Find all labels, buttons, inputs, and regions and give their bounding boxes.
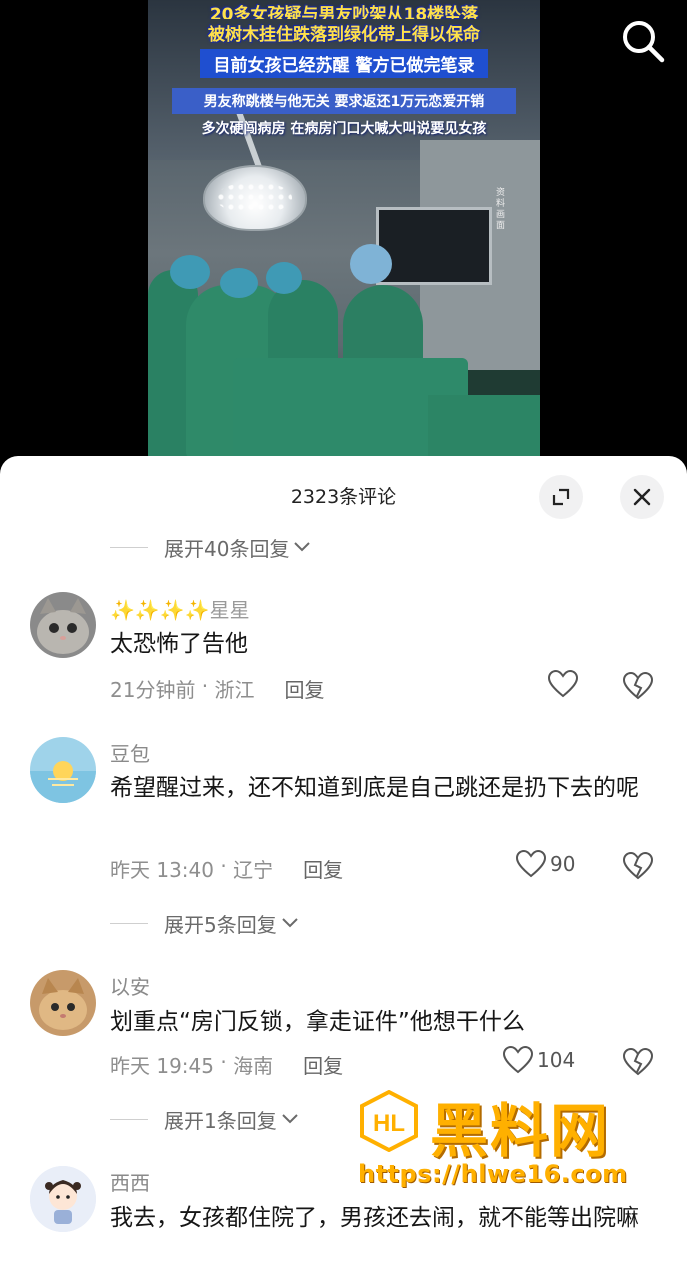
avatar[interactable] (30, 737, 96, 803)
heart-icon (503, 1046, 533, 1074)
commenter-name[interactable]: 以安 (110, 971, 150, 1000)
wall-monitor (376, 207, 492, 285)
svg-text:HL: HL (373, 1110, 405, 1137)
divider-line (110, 1118, 148, 1120)
expand-replies-button[interactable]: 展开1条回复 (110, 1104, 299, 1134)
comments-count-title: 2323条评论 (290, 486, 397, 508)
chevron-down-icon (282, 918, 298, 928)
avatar[interactable] (30, 970, 96, 1036)
comment-text: 我去，女孩都住院了，男孩还去闹，就不能等出院嘛 (110, 1205, 639, 1231)
chevron-down-icon (294, 542, 311, 552)
like-button[interactable]: 90 (516, 850, 575, 878)
like-button[interactable] (548, 670, 582, 698)
watermark-url: https://hlwe16.com (358, 1160, 628, 1188)
watermark-logo-icon: HL (360, 1090, 418, 1152)
reply-button[interactable]: 回复 (285, 674, 325, 703)
comment-text: 希望醒过来，还不知道到底是自己跳还是扔下去的呢 (110, 775, 639, 801)
watermark-name: 黑料网 (430, 1097, 611, 1165)
surgeon-head (220, 268, 258, 298)
video-frame[interactable]: 20多女孩疑与男友吵架从18楼坠落 被树木挂住跌落到绿化带上得以保命 目前女孩已… (148, 0, 540, 460)
avatar[interactable] (30, 1166, 96, 1232)
video-caption: 男友称跳楼与他无关 要求返还1万元恋爱开销 (172, 88, 516, 114)
commenter-name[interactable]: ✨✨✨✨星星 (110, 594, 250, 623)
sunset-avatar-icon (30, 737, 96, 803)
archive-footage-label: 资料画面 (496, 188, 506, 231)
reply-button[interactable]: 回复 (303, 854, 343, 883)
commenter-name[interactable]: 西西 (110, 1167, 150, 1196)
like-count: 90 (550, 852, 576, 876)
site-watermark: HL 黑料网 https://hlwe16.com (356, 1084, 676, 1194)
comment-meta: 21分钟前 · 浙江 回复 (110, 674, 325, 703)
expand-replies-button[interactable]: 展开40条回复 (110, 532, 311, 562)
expand-sheet-button[interactable] (539, 475, 583, 519)
comment-meta: 昨天 13:40 · 辽宁 回复 (110, 854, 343, 883)
surgical-lamp-lights (216, 182, 292, 214)
comment-location: 浙江 (214, 678, 255, 702)
comment-time: 昨天 19:45 (110, 1054, 214, 1078)
expand-replies-label: 展开5条回复 (164, 912, 277, 937)
comment-time: 21分钟前 (110, 678, 196, 702)
broken-heart-icon[interactable] (623, 852, 653, 880)
meta-separator: · (195, 674, 215, 698)
comment-time: 昨天 13:40 (110, 858, 214, 882)
close-comments-button[interactable] (620, 475, 664, 519)
expand-replies-label: 展开1条回复 (164, 1108, 277, 1133)
heart-icon (548, 670, 578, 698)
meta-separator: · (214, 854, 234, 878)
comment-meta: 昨天 19:45 · 海南 回复 (110, 1050, 343, 1079)
like-count: 104 (537, 1048, 576, 1072)
surgeon-head (266, 262, 302, 294)
expand-icon (552, 488, 570, 506)
surgeon-head (170, 255, 210, 289)
avatar[interactable] (30, 592, 96, 658)
reply-button[interactable]: 回复 (303, 1050, 343, 1079)
like-button[interactable]: 104 (503, 1046, 575, 1074)
cat-avatar-icon (30, 592, 96, 658)
cartoon-girl-avatar-icon (30, 1166, 96, 1232)
expand-replies-button[interactable]: 展开5条回复 (110, 908, 299, 938)
broken-heart-icon[interactable] (623, 672, 653, 700)
chevron-down-icon (282, 1114, 298, 1124)
video-player[interactable]: 20多女孩疑与男友吵架从18楼坠落 被树木挂住跌落到绿化带上得以保命 目前女孩已… (0, 0, 687, 470)
broken-heart-icon[interactable] (623, 1048, 653, 1076)
heart-icon (516, 850, 546, 878)
close-icon (633, 488, 651, 506)
meta-separator: · (214, 1050, 234, 1074)
kitten-avatar-icon (30, 970, 96, 1036)
expand-replies-label: 展开40条回复 (164, 536, 290, 561)
comment-location: 辽宁 (233, 858, 274, 882)
divider-line (110, 546, 148, 548)
operating-table-drape (428, 395, 540, 460)
comment-location: 海南 (233, 1054, 274, 1078)
search-icon[interactable] (620, 18, 666, 64)
comment-text: 太恐怖了告他 (110, 631, 248, 657)
commenter-name[interactable]: 豆包 (110, 738, 150, 767)
video-caption: 多次硬闯病房 在病房门口大喊大叫说要见女孩 (201, 121, 487, 137)
video-caption: 目前女孩已经苏醒 警方已做完笔录 (200, 49, 488, 78)
divider-line (110, 922, 148, 924)
video-caption: 被树木挂住跌落到绿化带上得以保命 (208, 25, 480, 45)
surgeon-head (350, 244, 392, 284)
comment-text: 划重点“房门反锁，拿走证件”他想干什么 (110, 1009, 525, 1035)
